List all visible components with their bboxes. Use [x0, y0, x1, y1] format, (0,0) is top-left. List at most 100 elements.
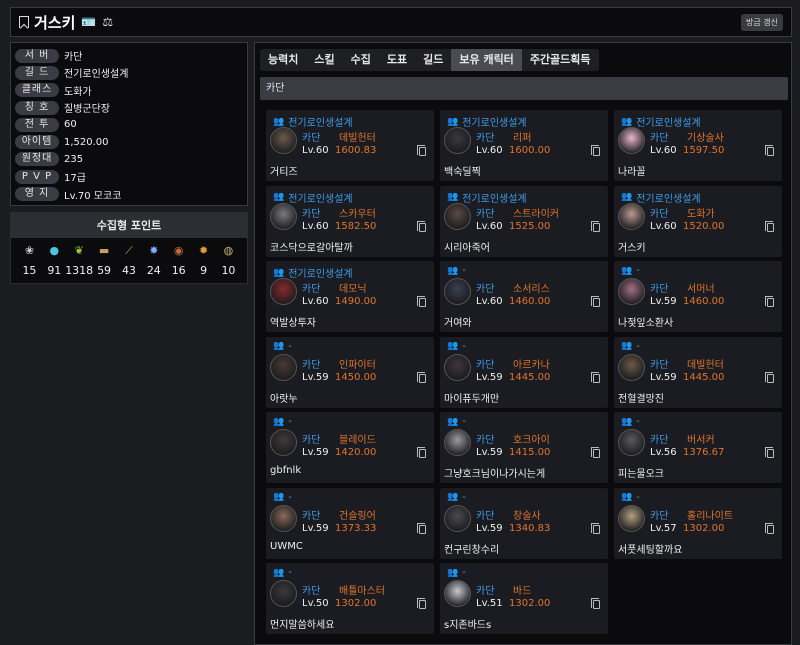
character-name-label: 역발상투자: [270, 318, 316, 329]
collection-item[interactable]: ● 91: [42, 244, 66, 277]
copy-icon[interactable]: [591, 296, 600, 307]
copy-icon[interactable]: [417, 522, 426, 534]
collection-value: 43: [121, 264, 136, 277]
character-name-label: 마이퓨두개만: [444, 393, 500, 405]
collection-item[interactable]: ▬ 59: [92, 244, 116, 277]
tab-3[interactable]: 도표: [379, 49, 415, 71]
giant-heart-icon: ⟋: [125, 244, 133, 257]
character-card[interactable]: 👥 - 카단 아르카나 Lv.59 1445.00 마이퓨두개만: [440, 336, 608, 408]
users-icon: 👥: [447, 567, 459, 578]
collection-item[interactable]: ❀ 15: [17, 244, 41, 277]
collection-item[interactable]: ⟋ 43: [117, 244, 141, 277]
copy-icon[interactable]: [417, 447, 426, 458]
guild-name: 전기로인생설계: [636, 118, 701, 129]
info-row: 영 지 Lv.70 모코코: [15, 185, 243, 202]
character-card[interactable]: 👥 - 카단 바드 Lv.51 1302.00 s지존바드s: [440, 563, 608, 634]
collection-item[interactable]: ◍ 10: [216, 244, 240, 277]
character-class: 건슬링어: [339, 510, 376, 522]
copy-icon[interactable]: [591, 220, 600, 232]
character-card[interactable]: 👥 - 카단 홀리나이트 Lv.57 1302.00 서풋세팅할까요: [614, 487, 782, 559]
bookmark-icon[interactable]: [19, 16, 29, 28]
copy-icon[interactable]: [591, 598, 600, 609]
copy-icon[interactable]: [417, 220, 426, 232]
copy-icon[interactable]: [591, 145, 600, 156]
character-name-label: 전혈결망진: [618, 393, 664, 405]
character-card[interactable]: 👥 - 카단 블레이드 Lv.59 1420.00 gbfnlk: [266, 412, 434, 483]
copy-icon[interactable]: [765, 145, 774, 156]
character-avatar: [444, 504, 471, 532]
collection-value: 9: [200, 264, 208, 277]
guild-name: -: [288, 567, 292, 578]
character-card[interactable]: 👥 - 카단 창술사 Lv.59 1340.83 컨구린창수리: [440, 487, 608, 559]
item-level: 1445.00: [683, 371, 725, 383]
copy-icon[interactable]: [765, 522, 774, 534]
item-level: 1445.00: [509, 371, 551, 383]
character-server: 카단: [476, 586, 495, 597]
tab-2[interactable]: 수집: [343, 49, 379, 71]
copy-icon[interactable]: [765, 296, 774, 307]
character-card[interactable]: 👥 전기로인생설계 카단 데빌헌터 Lv.60 1600.83 거티즈: [266, 110, 434, 181]
server-group-bar[interactable]: 카단: [260, 77, 788, 100]
users-icon: 👥: [621, 116, 633, 127]
copy-icon[interactable]: [591, 371, 600, 383]
collection-item[interactable]: ✸ 24: [142, 244, 166, 277]
item-level: 1600.00: [509, 145, 551, 156]
character-card[interactable]: 👥 - 카단 배틀마스터 Lv.50 1302.00 먼지말씀하세요: [266, 563, 434, 634]
copy-icon[interactable]: [417, 296, 426, 307]
copy-icon[interactable]: [765, 371, 774, 383]
copy-icon[interactable]: [417, 371, 426, 383]
info-value: 카단: [64, 52, 83, 64]
info-value: 도화가: [64, 86, 92, 98]
character-name-label: UWMC: [270, 540, 303, 552]
character-name-label: gbfnlk: [270, 465, 302, 476]
guild-name: 전기로인생설계: [636, 193, 701, 205]
guild-line: 👥 -: [621, 265, 640, 276]
copy-icon[interactable]: [765, 220, 774, 232]
id-card-icon[interactable]: 🪪: [81, 15, 96, 29]
collection-item[interactable]: ◉ 16: [167, 244, 191, 277]
collection-item[interactable]: ❦ 1318: [65, 244, 94, 277]
tab-5[interactable]: 보유 캐릭터: [451, 49, 522, 71]
character-name-label: 서풋세팅할까요: [618, 544, 683, 556]
character-card[interactable]: 👥 전기로인생설계 카단 스트라이커 Lv.60 1525.00 시리아죽어: [440, 185, 608, 257]
item-level: 1373.33: [335, 522, 377, 534]
character-avatar: [444, 580, 471, 607]
character-avatar: [270, 278, 297, 305]
character-card[interactable]: 👥 전기로인생설계 카단 기상술사 Lv.60 1597.50 나라꼴: [614, 110, 782, 181]
copy-icon[interactable]: [591, 522, 600, 534]
character-card[interactable]: 👥 - 카단 호크아이 Lv.59 1415.00 그냥호크님이나가시는게: [440, 412, 608, 483]
character-card[interactable]: 👥 - 카단 건슬링어 Lv.59 1373.33 UWMC: [266, 487, 434, 559]
character-class: 서머너: [687, 284, 715, 295]
tab-6[interactable]: 주간골드획득: [522, 49, 599, 71]
guild-line: 👥 -: [447, 567, 466, 578]
art-icon: ▬: [98, 244, 110, 257]
character-card[interactable]: 👥 전기로인생설계 카단 도화가 Lv.60 1520.00 거스키: [614, 185, 782, 257]
character-card[interactable]: 👥 전기로인생설계 카단 리퍼 Lv.60 1600.00 백숙딜찍: [440, 110, 608, 181]
collection-value: 1318: [65, 264, 94, 277]
character-card[interactable]: 👥 - 카단 버서커 Lv.56 1376.67 피는물오크: [614, 412, 782, 483]
tab-0[interactable]: 능력치: [260, 49, 306, 71]
character-card[interactable]: 👥 - 카단 인파이터 Lv.59 1450.00 아랏누: [266, 336, 434, 408]
character-card[interactable]: 👥 전기로인생설계 카단 데모닉 Lv.60 1490.00 역발상투자: [266, 261, 434, 332]
character-level: Lv.60: [650, 145, 677, 156]
users-icon: 👥: [621, 341, 633, 351]
collection-item[interactable]: ✹ 9: [192, 244, 216, 277]
character-level: Lv.59: [476, 447, 503, 458]
tab-4[interactable]: 길드: [415, 49, 451, 71]
character-avatar: [618, 278, 645, 305]
character-avatar: [618, 429, 645, 456]
character-card[interactable]: 👥 전기로인생설계 카단 스카우터 Lv.60 1582.50 코스닥으로갈아탈까: [266, 185, 434, 257]
info-row: 원정대 235: [15, 151, 243, 168]
copy-icon[interactable]: [417, 598, 426, 609]
copy-icon[interactable]: [417, 145, 426, 156]
character-level: Lv.57: [650, 522, 677, 534]
character-server: 카단: [476, 435, 495, 446]
refresh-button[interactable]: 방금 갱신: [741, 13, 783, 31]
tab-1[interactable]: 스킬: [306, 49, 342, 71]
copy-icon[interactable]: [765, 447, 774, 458]
character-card[interactable]: 👥 - 카단 소서리스 Lv.60 1460.00 거여와: [440, 261, 608, 332]
scale-icon[interactable]: ⚖: [102, 15, 113, 29]
character-card[interactable]: 👥 - 카단 서머너 Lv.59 1460.00 나젖잎소환사: [614, 261, 782, 332]
character-card[interactable]: 👥 - 카단 데빌헌터 Lv.59 1445.00 전혈결망진: [614, 336, 782, 408]
copy-icon[interactable]: [591, 447, 600, 458]
